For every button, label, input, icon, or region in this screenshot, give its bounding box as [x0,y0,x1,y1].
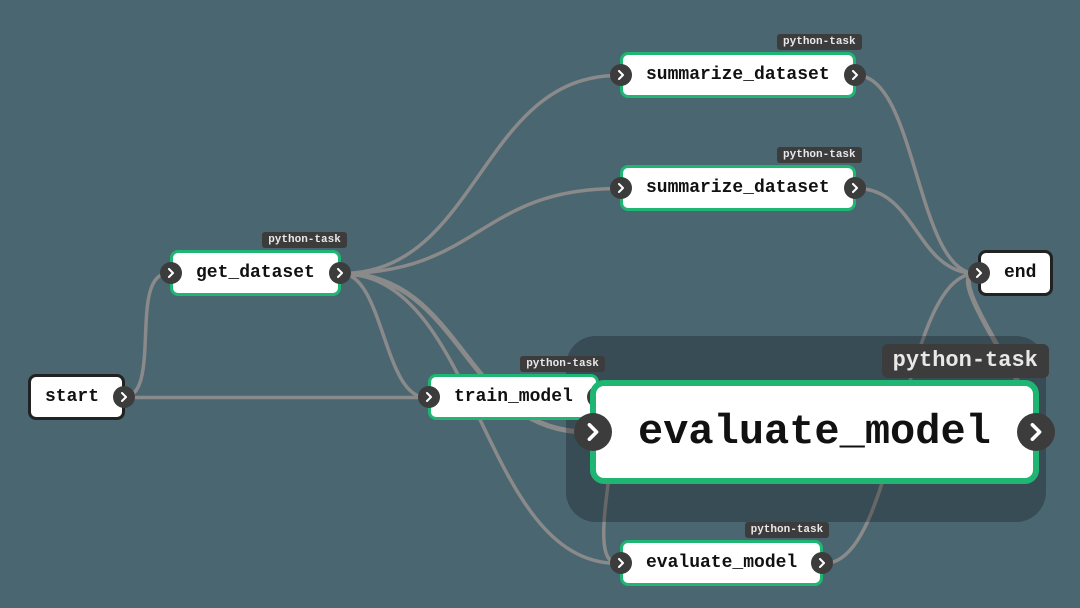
port-in-sum1[interactable] [610,64,632,86]
node-tag-sum2: python-task [777,147,862,163]
node-end[interactable]: end [978,250,1053,296]
port-in-eval2[interactable] [610,552,632,574]
node-label-sum2: summarize_dataset [632,179,844,197]
edge-sum2-end [857,189,976,274]
node-label-sum1: summarize_dataset [632,66,844,84]
node-get[interactable]: get_datasetpython-task [170,250,341,296]
port-out-get[interactable] [329,262,351,284]
node-tag-eval2: python-task [745,522,830,538]
port-in-train[interactable] [418,386,440,408]
node-label-start: start [31,388,113,406]
edge-get-train [341,274,426,398]
node-tag-get: python-task [262,232,347,248]
node-sum1[interactable]: summarize_datasetpython-task [620,52,856,98]
node-tag-train: python-task [520,356,605,372]
node-label-eval2: evaluate_model [632,554,811,572]
node-label-eval_big: evaluate_model [612,411,1017,453]
edge-get-sum2 [341,189,618,274]
node-tag-eval_big: python-task [882,344,1049,378]
node-label-get: get_dataset [182,264,329,282]
edge-start-get [123,274,168,398]
node-eval2[interactable]: evaluate_modelpython-task [620,540,823,586]
node-train[interactable]: train_modelpython-task [428,374,599,420]
port-out-eval_big[interactable] [1017,413,1055,451]
node-label-train: train_model [440,388,587,406]
port-out-start[interactable] [113,386,135,408]
port-in-end[interactable] [968,262,990,284]
edge-sum1-end [857,76,976,274]
port-in-get[interactable] [160,262,182,284]
node-label-end: end [990,264,1050,282]
port-out-sum2[interactable] [844,177,866,199]
node-eval_big[interactable]: evaluate_modelpython-task [590,380,1039,484]
node-tag-sum1: python-task [777,34,862,50]
port-out-sum1[interactable] [844,64,866,86]
node-sum2[interactable]: summarize_datasetpython-task [620,165,856,211]
port-in-sum2[interactable] [610,177,632,199]
edge-get-sum1 [341,76,618,274]
node-start[interactable]: start [28,374,125,420]
port-in-eval_big[interactable] [574,413,612,451]
